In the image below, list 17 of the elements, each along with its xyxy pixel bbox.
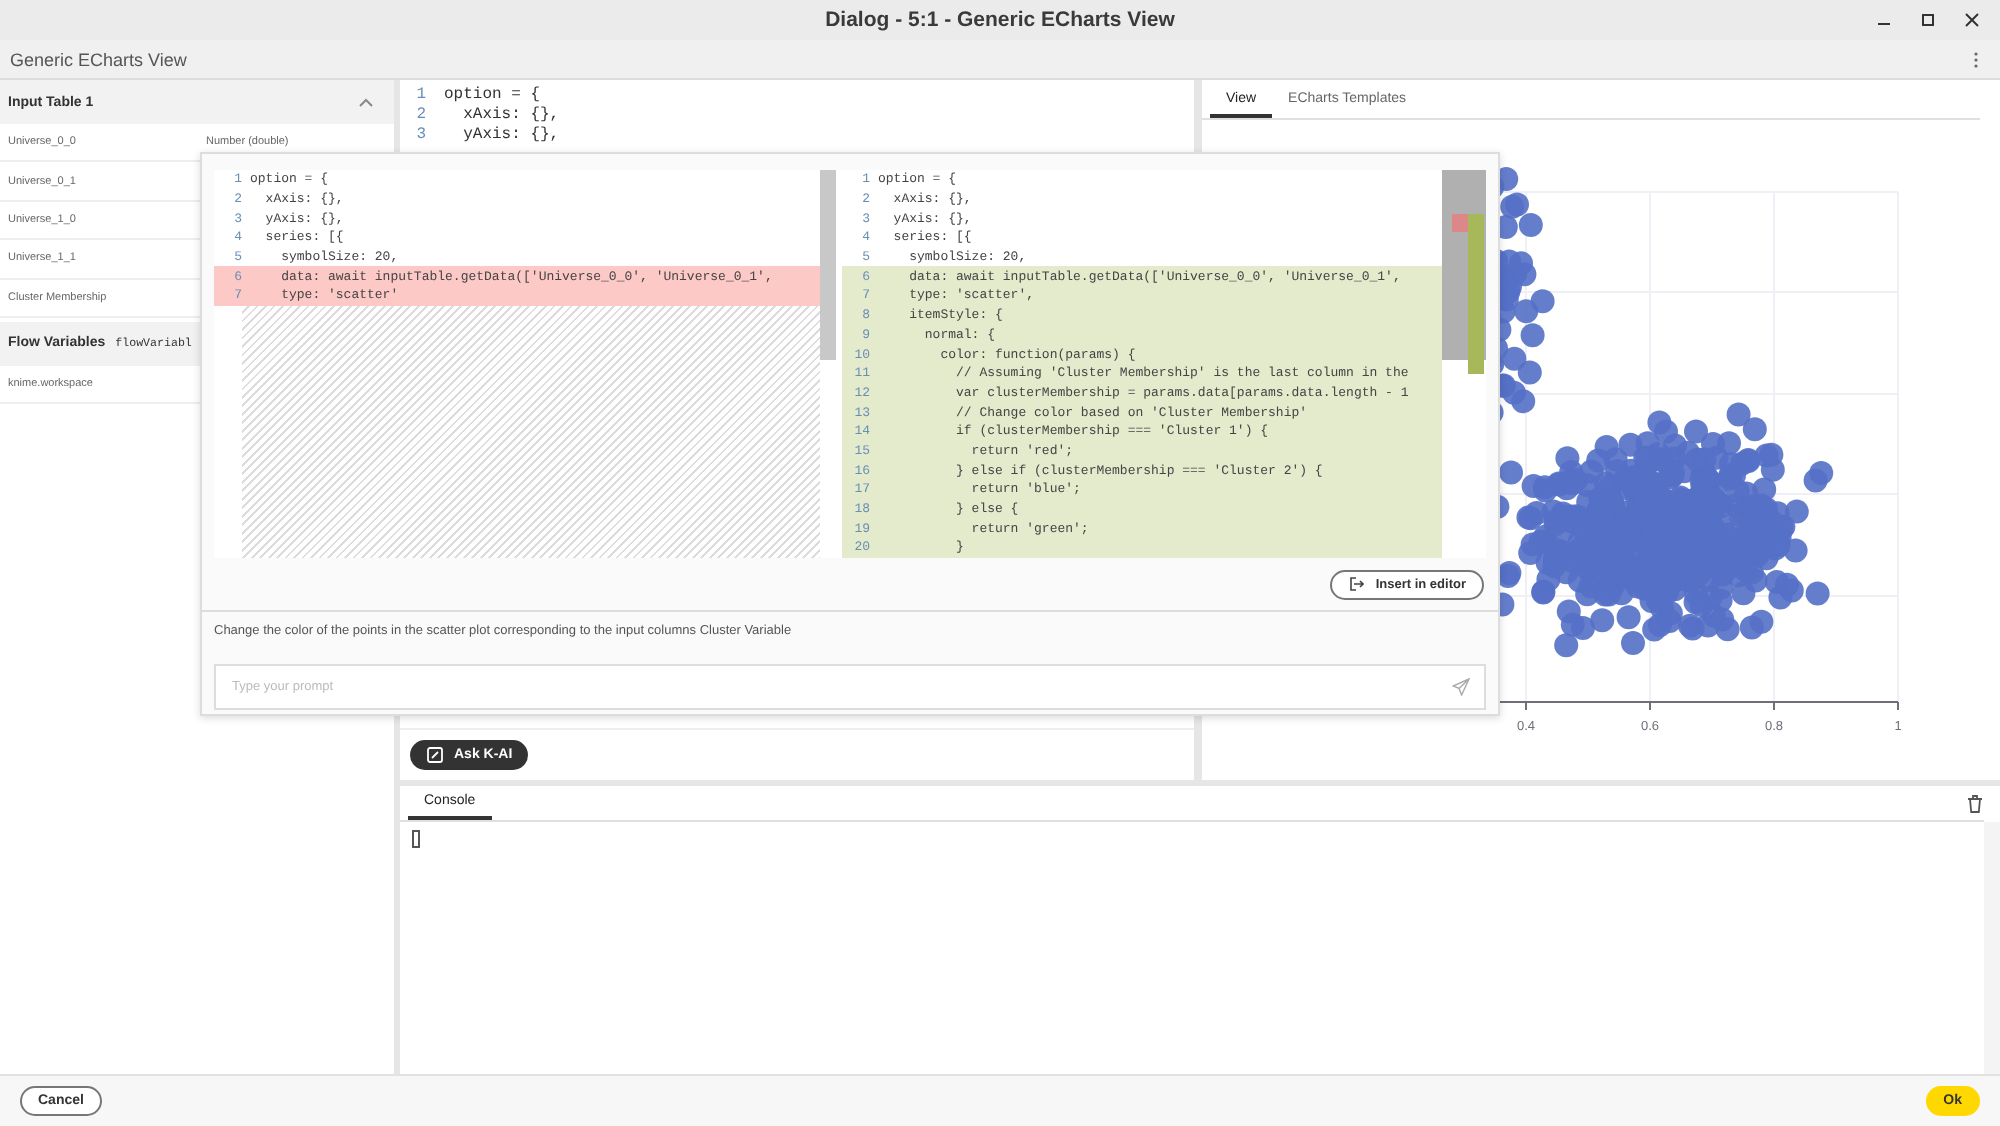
trash-icon[interactable] <box>1966 793 1984 813</box>
menu-icon[interactable] <box>1972 49 1980 69</box>
window-title: Dialog - 5:1 - Generic ECharts View <box>825 8 1175 32</box>
code-text: option = { <box>444 85 541 103</box>
maximize-icon[interactable] <box>1920 12 1936 28</box>
line-number: 3 <box>414 125 428 143</box>
arrow-into-box-icon <box>1347 576 1364 592</box>
view-title: Generic ECharts View <box>10 49 187 69</box>
diff-overview-ruler[interactable] <box>1442 170 1486 374</box>
close-icon[interactable] <box>1964 12 1980 28</box>
chevron-up-icon[interactable] <box>358 96 374 108</box>
code-text: yAxis: {}, <box>461 125 560 143</box>
scrollbar[interactable] <box>820 170 836 360</box>
line-number: 2 <box>414 105 428 123</box>
console-cursor <box>412 830 420 848</box>
code-text: xAxis: {}, <box>461 105 560 123</box>
line-number: 1 <box>414 85 428 103</box>
